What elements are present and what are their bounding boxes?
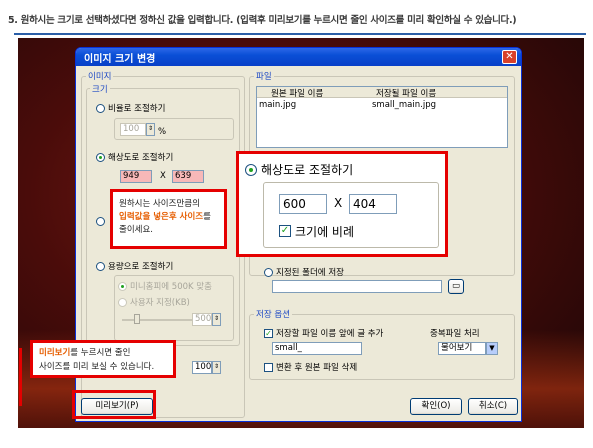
close-button[interactable]: ✕ (502, 50, 517, 64)
folder-icon: ▭ (451, 281, 461, 291)
preview-highlight: 미리보기 (39, 348, 71, 358)
title-bar[interactable]: 이미지 크기 변경 ✕ (76, 48, 521, 66)
ratio-spinner[interactable]: ⇕ (146, 123, 155, 136)
tip-line-2: 입력값을 넣은후 사이즈를 (119, 211, 211, 223)
ratio-radio[interactable] (96, 104, 105, 113)
input-tip-callout: 원하시는 사이즈만큼의 입력값을 넣은후 사이즈를 줄이세요. (110, 189, 227, 249)
capacity-radio[interactable] (96, 262, 105, 271)
spinner-icon: ⇕ (213, 363, 220, 370)
chevron-down-icon[interactable]: ▼ (486, 342, 498, 355)
folder-radio[interactable] (264, 268, 273, 277)
resolution-radio[interactable] (96, 153, 105, 162)
capacity-slider-track[interactable] (122, 319, 192, 321)
file-group-label: 파일 (254, 70, 274, 82)
cancel-button[interactable]: 취소(C) (468, 398, 518, 415)
zoom-keep-ratio-label: 크기에 비례 (295, 225, 355, 239)
hidden-option-radio[interactable] (96, 217, 105, 226)
times-label: X (160, 171, 166, 181)
column-original[interactable]: 원본 파일 이름 (271, 87, 323, 99)
duplicate-label: 중복파일 처리 (430, 329, 480, 339)
save-options-label: 저장 옵션 (254, 308, 292, 320)
preview-tip-line-2: 사이즈를 미리 보실 수 있습니다. (39, 362, 155, 372)
resolution-option-label: 해상도로 조절하기 (108, 153, 174, 163)
user-spec-label: 사용자 지정(KB) (130, 298, 190, 308)
file-original-name[interactable]: main.jpg (259, 100, 296, 110)
mini-homepage-label: 미니홈피에 500K 맞춤 (130, 282, 212, 292)
zoom-times-label: X (334, 196, 343, 210)
size-group-label: 크기 (90, 83, 110, 95)
zoom-option-label: 해상도로 조절하기 (261, 163, 354, 177)
zoom-width-input[interactable]: 600 (279, 194, 327, 214)
prefix-checkbox[interactable]: ✓ (264, 329, 273, 338)
ok-button[interactable]: 확인(O) (410, 398, 462, 415)
delete-original-label: 변환 후 원본 파일 삭제 (276, 363, 358, 373)
preview-button-highlight (72, 390, 156, 419)
file-target-name[interactable]: small_main.jpg (372, 100, 436, 110)
spinner-icon: ⇕ (213, 315, 220, 322)
close-icon: ✕ (505, 51, 514, 62)
zoom-height-input[interactable]: 404 (349, 194, 397, 214)
folder-option-label: 지정된 폴더에 저장 (276, 268, 344, 278)
ratio-option-label: 비율로 조절하기 (108, 104, 166, 114)
instruction-caption: 5. 원하시는 크기로 선택하셨다면 정하신 값을 입력합니다. (입력후 미리… (8, 15, 517, 26)
capacity-input[interactable]: 500 (192, 313, 212, 326)
quality-input[interactable]: 100 (192, 361, 212, 374)
prefix-input[interactable]: small_ (272, 342, 362, 355)
browse-folder-button[interactable]: ▭ (448, 279, 464, 294)
tip-highlight: 입력값을 넣은후 사이즈 (119, 212, 204, 222)
tip-line-1: 원하시는 사이즈만큼의 (119, 199, 200, 209)
capacity-slider-thumb[interactable] (134, 314, 140, 324)
dialog-title: 이미지 크기 변경 (84, 54, 156, 65)
tip-line-2-tail: 를 (203, 212, 211, 222)
image-group-label: 이미지 (86, 70, 114, 82)
folder-path-input[interactable] (272, 280, 442, 293)
mini-homepage-radio[interactable] (118, 282, 127, 291)
resolution-zoom-callout: 해상도로 조절하기 600 X 404 ✓ 크기에 비례 (236, 151, 448, 257)
preview-tip-line-1: 미리보기를 누르시면 줄인 (39, 347, 130, 359)
user-spec-radio[interactable] (118, 298, 127, 307)
prefix-check-label: 저장할 파일 이름 앞에 글 추가 (276, 329, 384, 339)
tip-line-3: 줄이세요. (119, 225, 153, 235)
width-input[interactable]: 949 (120, 170, 152, 183)
preview-tip-callout: 미리보기를 누르시면 줄인 사이즈를 미리 보실 수 있습니다. (30, 340, 176, 378)
capacity-option-label: 용량으로 조절하기 (108, 262, 174, 272)
ratio-unit: % (158, 127, 167, 137)
callout-connector (19, 348, 22, 406)
zoom-resolution-radio[interactable] (245, 164, 257, 176)
ratio-input[interactable]: 100 (120, 123, 146, 136)
delete-original-checkbox[interactable] (264, 363, 273, 372)
capacity-spinner[interactable]: ⇕ (212, 313, 221, 326)
spinner-icon: ⇕ (147, 125, 154, 132)
quality-spinner[interactable]: ⇕ (212, 361, 221, 374)
duplicate-select[interactable]: 물어보기 (438, 342, 486, 355)
preview-line-1-tail: 를 누르시면 줄인 (70, 348, 131, 358)
caption-divider (14, 33, 586, 35)
zoom-keep-ratio-checkbox[interactable]: ✓ (279, 225, 291, 237)
height-input[interactable]: 639 (172, 170, 204, 183)
column-target[interactable]: 저장될 파일 이름 (376, 87, 436, 99)
